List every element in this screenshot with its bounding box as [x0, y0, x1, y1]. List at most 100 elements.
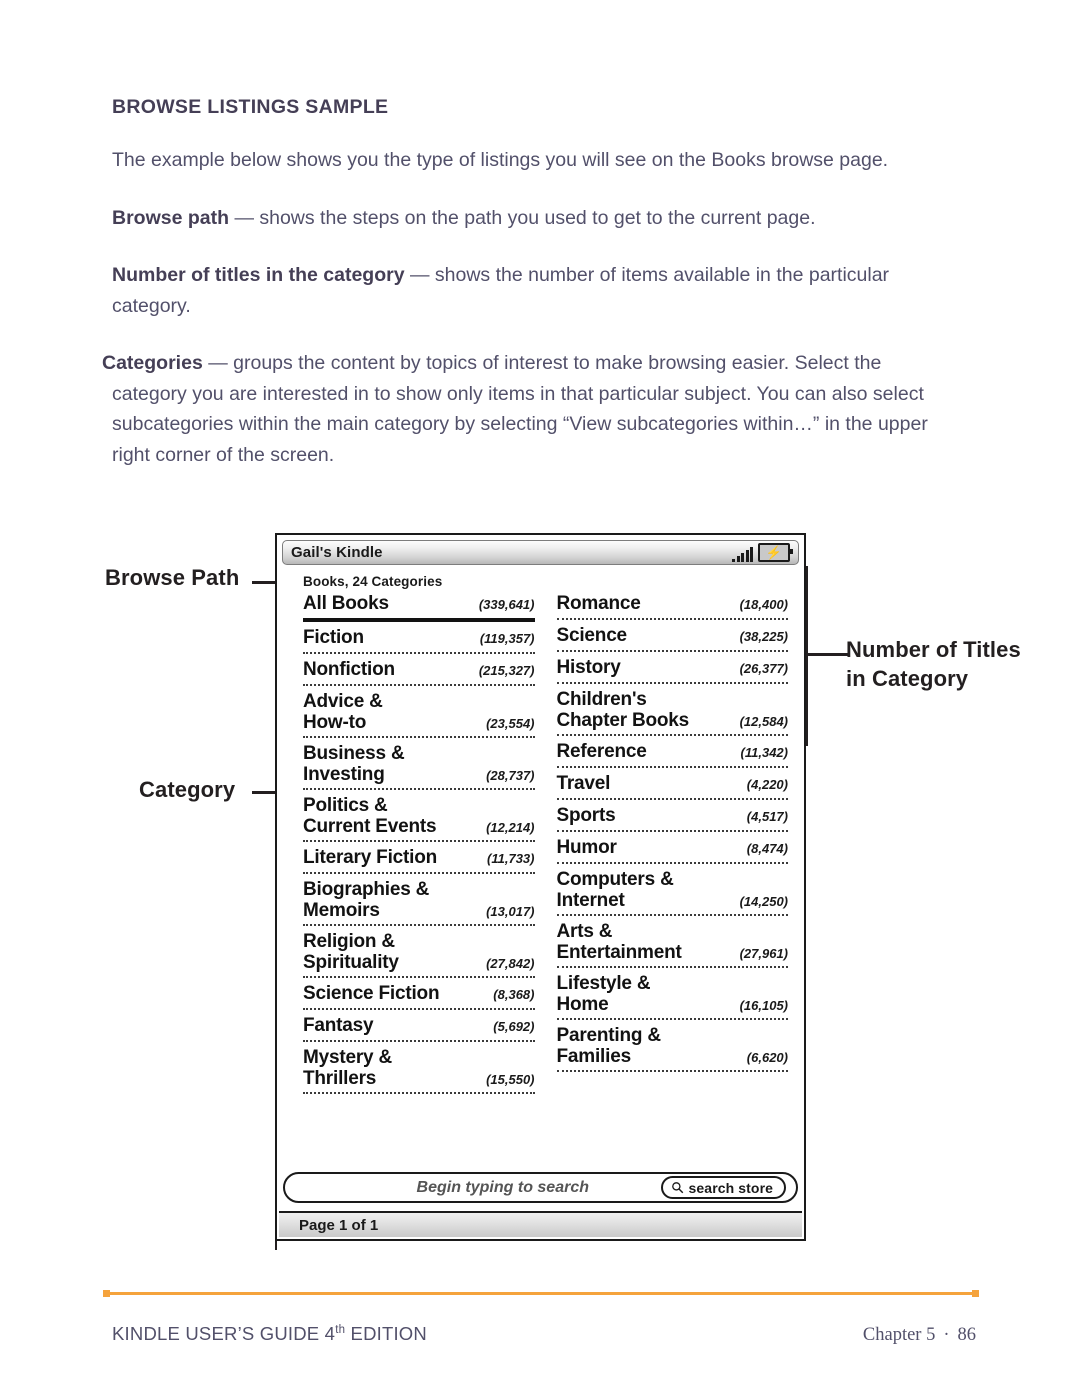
search-icon	[671, 1182, 683, 1194]
category-count: (8,474)	[746, 841, 788, 856]
category-name: Nonfiction	[303, 659, 395, 680]
category-item-computers-internet[interactable]: Computers & Internet (14,250)	[556, 869, 788, 916]
paragraph-browse-path-text: — shows the steps on the path you used t…	[229, 206, 816, 229]
category-item-humor[interactable]: Humor (8,474)	[556, 837, 788, 864]
category-item-politics-current-events[interactable]: Politics & Current Events (12,214)	[303, 795, 535, 842]
category-count: (38,225)	[739, 629, 788, 644]
search-store-button[interactable]: search store	[660, 1176, 786, 1199]
category-name-line2: Home	[556, 994, 609, 1015]
term-browse-path: Browse path	[112, 206, 230, 229]
category-name: History	[556, 657, 621, 678]
category-name-line2: Thrillers	[303, 1068, 377, 1089]
category-name: Arts &	[556, 921, 613, 942]
category-item-science-fiction[interactable]: Science Fiction (8,368)	[303, 983, 535, 1010]
kindle-footer-bar: Page 1 of 1	[279, 1211, 802, 1237]
category-name-line2: Chapter Books	[556, 710, 690, 731]
category-item-fiction[interactable]: Fiction (119,357)	[303, 627, 535, 654]
category-item-history[interactable]: History (26,377)	[556, 657, 788, 684]
category-name: Fantasy	[303, 1015, 374, 1036]
category-item-nonfiction[interactable]: Nonfiction (215,327)	[303, 659, 535, 686]
category-name-line2: Families	[556, 1046, 632, 1067]
category-count: (12,214)	[486, 820, 535, 835]
kindle-device-screenshot: Gail's Kindle ⚡ Books, 24 Categories All…	[275, 533, 806, 1241]
footer-rule	[103, 1290, 979, 1297]
page-indicator: Page 1 of 1	[299, 1216, 379, 1234]
category-item-reference[interactable]: Reference (11,342)	[556, 741, 788, 768]
category-item-science[interactable]: Science (38,225)	[556, 625, 788, 652]
category-count: (11,342)	[740, 745, 788, 760]
term-number-of-titles: Number of titles in the category	[112, 264, 405, 286]
leader-line-vertical-right	[806, 566, 808, 746]
category-column-left: All Books (339,641) Fiction (119,357) Nonf…	[303, 593, 535, 1099]
category-name-line2: How-to	[303, 712, 367, 733]
category-item-romance[interactable]: Romance (18,400)	[556, 593, 788, 620]
footer-rule-cap-left	[103, 1290, 110, 1297]
category-item-biographies-memoirs[interactable]: Biographies & Memoirs (13,017)	[303, 879, 535, 926]
breadcrumb: Books, 24 Categories	[303, 574, 443, 589]
category-count: (6,620)	[746, 1050, 788, 1065]
footer-rule-cap-right	[972, 1290, 979, 1297]
category-count: (27,961)	[739, 946, 788, 961]
battery-charging-icon: ⚡	[758, 543, 793, 562]
search-bar-container: Begin typing to search search store	[283, 1172, 798, 1203]
category-item-advice-how-to[interactable]: Advice & How-to (23,554)	[303, 691, 535, 738]
category-item-fantasy[interactable]: Fantasy (5,692)	[303, 1015, 535, 1042]
paragraph-intro-text: The example below shows you the type of …	[112, 149, 889, 171]
category-name: Politics &	[303, 795, 388, 816]
category-item-parenting-families[interactable]: Parenting & Families (6,620)	[556, 1025, 788, 1072]
status-indicators: ⚡	[732, 543, 793, 562]
category-item-sports[interactable]: Sports (4,517)	[556, 805, 788, 832]
category-count: (4,517)	[746, 809, 788, 824]
category-item-childrens-chapter-books[interactable]: Children's Chapter Books (12,584)	[556, 689, 788, 736]
page-number: 86	[957, 1325, 977, 1345]
guide-title-ordinal: th	[335, 1323, 346, 1336]
category-name-line2: Investing	[303, 764, 385, 785]
footer-separator: ·	[943, 1325, 950, 1345]
category-name-line2: Internet	[556, 890, 625, 911]
category-item-religion-spirituality[interactable]: Religion & Spirituality (27,842)	[303, 931, 535, 978]
category-count: (16,105)	[739, 998, 788, 1013]
annotation-browse-path: Browse Path	[105, 565, 240, 590]
category-count: (28,737)	[486, 768, 535, 783]
signal-bars-icon	[732, 547, 753, 562]
category-count: (23,554)	[486, 716, 535, 731]
category-item-all-books[interactable]: All Books (339,641)	[303, 593, 535, 622]
category-item-travel[interactable]: Travel (4,220)	[556, 773, 788, 800]
paragraph-categories-text: — groups the content by topics of intere…	[112, 352, 928, 466]
category-name: Computers &	[556, 869, 674, 890]
page-title: BROWSE LISTINGS SAMPLE	[112, 96, 389, 118]
category-count: (26,377)	[739, 661, 788, 676]
device-name: Gail's Kindle	[291, 544, 383, 561]
category-name: All Books	[303, 593, 389, 614]
category-count: (15,550)	[486, 1072, 535, 1087]
search-input[interactable]: Begin typing to search	[285, 1179, 661, 1197]
category-item-literary-fiction[interactable]: Literary Fiction (11,733)	[303, 847, 535, 874]
paragraph-intro: The example below shows you the type of …	[112, 145, 942, 176]
paragraph-number-of-titles: Number of titles in the category — shows…	[112, 260, 942, 321]
category-count: (11,733)	[487, 851, 535, 866]
guide-title-before: KINDLE USER’S GUIDE 4	[112, 1323, 336, 1344]
term-categories: Categories	[102, 352, 203, 374]
category-count: (215,327)	[478, 663, 535, 678]
category-item-arts-entertainment[interactable]: Arts & Entertainment (27,961)	[556, 921, 788, 968]
category-item-business-investing[interactable]: Business & Investing (28,737)	[303, 743, 535, 790]
category-name-line2: Memoirs	[303, 900, 380, 921]
search-bar[interactable]: Begin typing to search search store	[283, 1172, 798, 1203]
page-footer: KINDLE USER’S GUIDE 4th EDITION Chapter …	[112, 1323, 976, 1346]
category-count: (27,842)	[486, 956, 535, 971]
category-item-lifestyle-home[interactable]: Lifestyle & Home (16,105)	[556, 973, 788, 1020]
annotation-number-of-titles-line2: in Category	[846, 666, 969, 691]
lightning-bolt-icon: ⚡	[765, 545, 783, 560]
category-name: Fiction	[303, 627, 364, 648]
guide-title-after: EDITION	[345, 1323, 427, 1344]
category-item-mystery-thrillers[interactable]: Mystery & Thrillers (15,550)	[303, 1047, 535, 1094]
annotation-category: Category	[139, 777, 236, 802]
category-name: Lifestyle &	[556, 973, 651, 994]
kindle-title-bar: Gail's Kindle ⚡	[282, 540, 799, 565]
category-count: (339,641)	[478, 597, 535, 612]
category-count: (5,692)	[493, 1019, 535, 1034]
category-count: (13,017)	[486, 904, 535, 919]
category-name: Business &	[303, 743, 405, 764]
category-name: Mystery &	[303, 1047, 393, 1068]
chapter-and-page: Chapter 5 · 86	[863, 1325, 976, 1346]
